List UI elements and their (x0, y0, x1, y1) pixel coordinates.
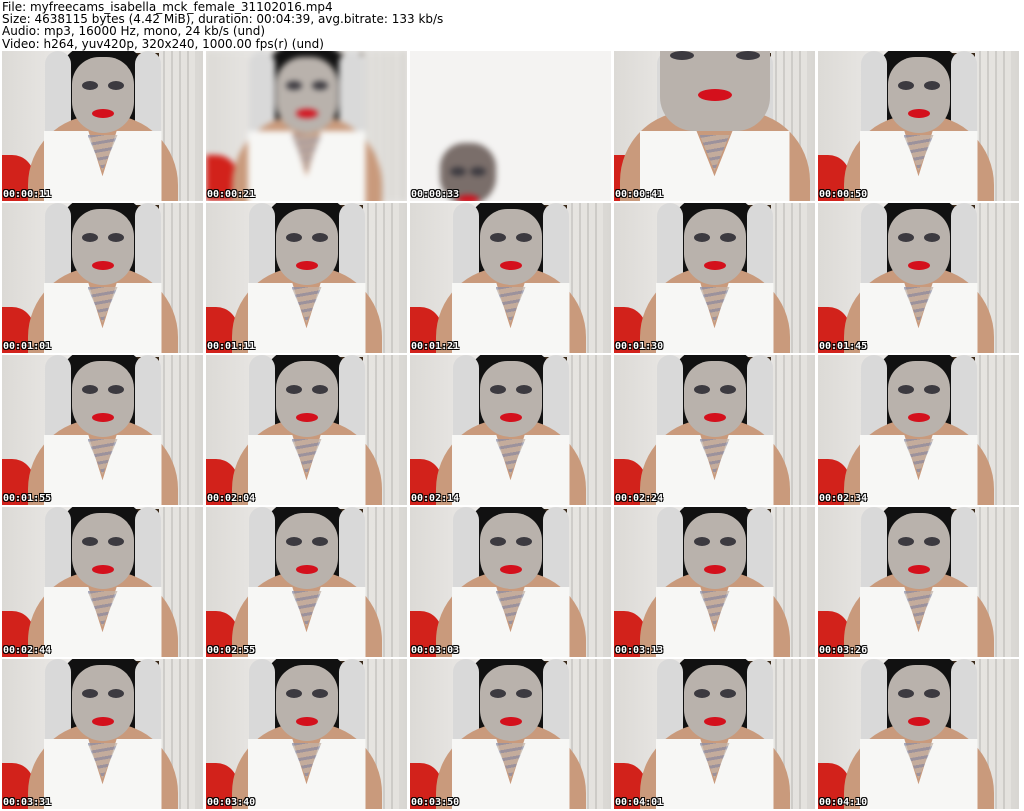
video-thumbnail[interactable]: 00:03:26 (818, 507, 1019, 657)
video-thumbnail[interactable]: 00:00:33 (410, 51, 611, 201)
video-frame-image (818, 355, 1019, 505)
video-thumbnail[interactable]: 00:04:10 (818, 659, 1019, 809)
thumbnail-timestamp: 00:01:55 (3, 493, 52, 504)
thumbnail-timestamp: 00:04:01 (615, 797, 664, 808)
video-thumbnail[interactable]: 00:01:21 (410, 203, 611, 353)
video-thumbnail[interactable]: 00:00:21 (206, 51, 407, 201)
video-thumbnail[interactable]: 00:03:40 (206, 659, 407, 809)
thumbnail-timestamp: 00:02:34 (819, 493, 868, 504)
video-thumbnail[interactable]: 00:01:11 (206, 203, 407, 353)
video-frame-image (206, 203, 407, 353)
thumbnail-timestamp: 00:03:31 (3, 797, 52, 808)
thumbnail-timestamp: 00:02:44 (3, 645, 52, 656)
video-frame-image (410, 507, 611, 657)
video-thumbnail[interactable]: 00:02:04 (206, 355, 407, 505)
video-thumbnail[interactable]: 00:00:41 (614, 51, 815, 201)
video-frame-image (410, 659, 611, 809)
video-frame-image (2, 51, 203, 201)
video-thumbnail[interactable]: 00:04:01 (614, 659, 815, 809)
video-thumbnail[interactable]: 00:02:44 (2, 507, 203, 657)
video-frame-image (614, 203, 815, 353)
video-frame-image (614, 355, 815, 505)
video-frame-image (206, 51, 407, 201)
thumbnail-timestamp: 00:03:13 (615, 645, 664, 656)
video-thumbnail[interactable]: 00:01:55 (2, 355, 203, 505)
video-thumbnail[interactable]: 00:01:01 (2, 203, 203, 353)
video-frame-image (2, 659, 203, 809)
video-frame-image (614, 507, 815, 657)
video-thumbnail[interactable]: 00:02:55 (206, 507, 407, 657)
thumbnail-timestamp: 00:01:21 (411, 341, 460, 352)
thumbnail-grid: 00:00:11 00:00:21 00:00:33 00:00:41 00:00:50… (2, 51, 1019, 809)
video-frame-image (614, 659, 815, 809)
thumbnail-timestamp: 00:03:50 (411, 797, 460, 808)
video-thumbnail[interactable]: 00:03:31 (2, 659, 203, 809)
video-thumbnail[interactable]: 00:03:13 (614, 507, 815, 657)
video-frame-image (206, 507, 407, 657)
thumbnail-timestamp: 00:00:21 (207, 189, 256, 200)
video-frame-image (614, 51, 815, 201)
video-frame-image (410, 51, 611, 201)
video-thumbnail[interactable]: 00:03:03 (410, 507, 611, 657)
file-info-header: File: myfreecams_isabella_mck_female_311… (0, 0, 1024, 51)
thumbnail-timestamp: 00:00:50 (819, 189, 868, 200)
thumbnail-timestamp: 00:01:01 (3, 341, 52, 352)
thumbnail-timestamp: 00:03:40 (207, 797, 256, 808)
video-frame-image (818, 659, 1019, 809)
thumbnail-timestamp: 00:02:24 (615, 493, 664, 504)
thumbnail-timestamp: 00:01:11 (207, 341, 256, 352)
thumbnail-timestamp: 00:02:55 (207, 645, 256, 656)
video-thumbnail[interactable]: 00:02:14 (410, 355, 611, 505)
video-frame-image (206, 355, 407, 505)
thumbnail-timestamp: 00:01:45 (819, 341, 868, 352)
thumbnail-timestamp: 00:03:26 (819, 645, 868, 656)
thumbnail-timestamp: 00:02:14 (411, 493, 460, 504)
video-thumbnail[interactable]: 00:03:50 (410, 659, 611, 809)
video-frame-image (818, 51, 1019, 201)
video-thumbnail[interactable]: 00:01:45 (818, 203, 1019, 353)
video-thumbnail[interactable]: 00:00:50 (818, 51, 1019, 201)
video-thumbnail[interactable]: 00:00:11 (2, 51, 203, 201)
thumbnail-timestamp: 00:04:10 (819, 797, 868, 808)
video-thumbnail[interactable]: 00:02:24 (614, 355, 815, 505)
thumbnail-timestamp: 00:02:04 (207, 493, 256, 504)
thumbnail-timestamp: 00:00:11 (3, 189, 52, 200)
video-frame-image (2, 203, 203, 353)
video-frame-image (818, 203, 1019, 353)
video-frame-image (206, 659, 407, 809)
video-frame-image (818, 507, 1019, 657)
thumbnail-timestamp: 00:00:33 (411, 189, 460, 200)
thumbnail-timestamp: 00:00:41 (615, 189, 664, 200)
video-thumbnail[interactable]: 00:02:34 (818, 355, 1019, 505)
video-frame-image (410, 203, 611, 353)
video-thumbnail[interactable]: 00:01:30 (614, 203, 815, 353)
thumbnail-timestamp: 00:03:03 (411, 645, 460, 656)
video-info-line: Video: h264, yuv420p, 320x240, 1000.00 f… (2, 36, 324, 51)
video-frame-image (2, 507, 203, 657)
video-frame-image (410, 355, 611, 505)
video-frame-image (2, 355, 203, 505)
thumbnail-timestamp: 00:01:30 (615, 341, 664, 352)
audio-info-line: Audio: mp3, 16000 Hz, mono, 24 kb/s (und… (2, 24, 266, 39)
